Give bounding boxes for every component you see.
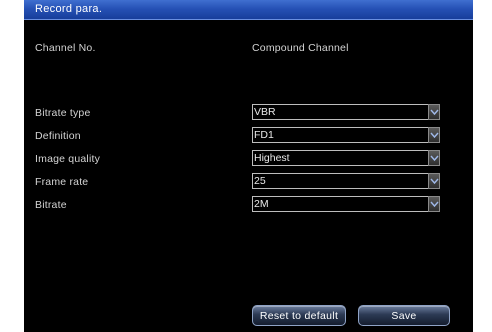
definition-dropdown-button[interactable] bbox=[428, 127, 440, 143]
definition-label: Definition bbox=[35, 130, 81, 142]
channel-no-label: Channel No. bbox=[35, 42, 96, 54]
chevron-down-icon bbox=[430, 201, 439, 208]
bitrate-dropdown-button[interactable] bbox=[428, 196, 440, 212]
bitrate-value: 2M bbox=[254, 198, 269, 210]
bitrate-type-label: Bitrate type bbox=[35, 107, 91, 119]
frame-rate-value: 25 bbox=[254, 175, 266, 187]
bitrate-type-dropdown-button[interactable] bbox=[428, 104, 440, 120]
chevron-down-icon bbox=[430, 155, 439, 162]
reset-to-default-button[interactable]: Reset to default bbox=[252, 305, 346, 326]
image-quality-label: Image quality bbox=[35, 153, 101, 165]
image-quality-select[interactable]: Highest bbox=[252, 150, 438, 166]
title-bar: Record para. bbox=[24, 0, 473, 20]
image-quality-dropdown-button[interactable] bbox=[428, 150, 440, 166]
frame-rate-select[interactable]: 25 bbox=[252, 173, 438, 189]
channel-no-value: Compound Channel bbox=[252, 42, 349, 54]
frame-rate-label: Frame rate bbox=[35, 176, 89, 188]
window-title: Record para. bbox=[35, 3, 103, 15]
image-quality-value: Highest bbox=[254, 152, 290, 164]
chevron-down-icon bbox=[430, 178, 439, 185]
bitrate-type-select[interactable]: VBR bbox=[252, 104, 438, 120]
save-button[interactable]: Save bbox=[358, 305, 450, 326]
chevron-down-icon bbox=[430, 132, 439, 139]
definition-value: FD1 bbox=[254, 129, 274, 141]
bitrate-label: Bitrate bbox=[35, 199, 67, 211]
bitrate-type-value: VBR bbox=[254, 106, 276, 118]
frame-rate-dropdown-button[interactable] bbox=[428, 173, 440, 189]
record-para-dialog: Record para. Channel No. Compound Channe… bbox=[24, 0, 473, 332]
chevron-down-icon bbox=[430, 109, 439, 116]
definition-select[interactable]: FD1 bbox=[252, 127, 438, 143]
bitrate-select[interactable]: 2M bbox=[252, 196, 438, 212]
